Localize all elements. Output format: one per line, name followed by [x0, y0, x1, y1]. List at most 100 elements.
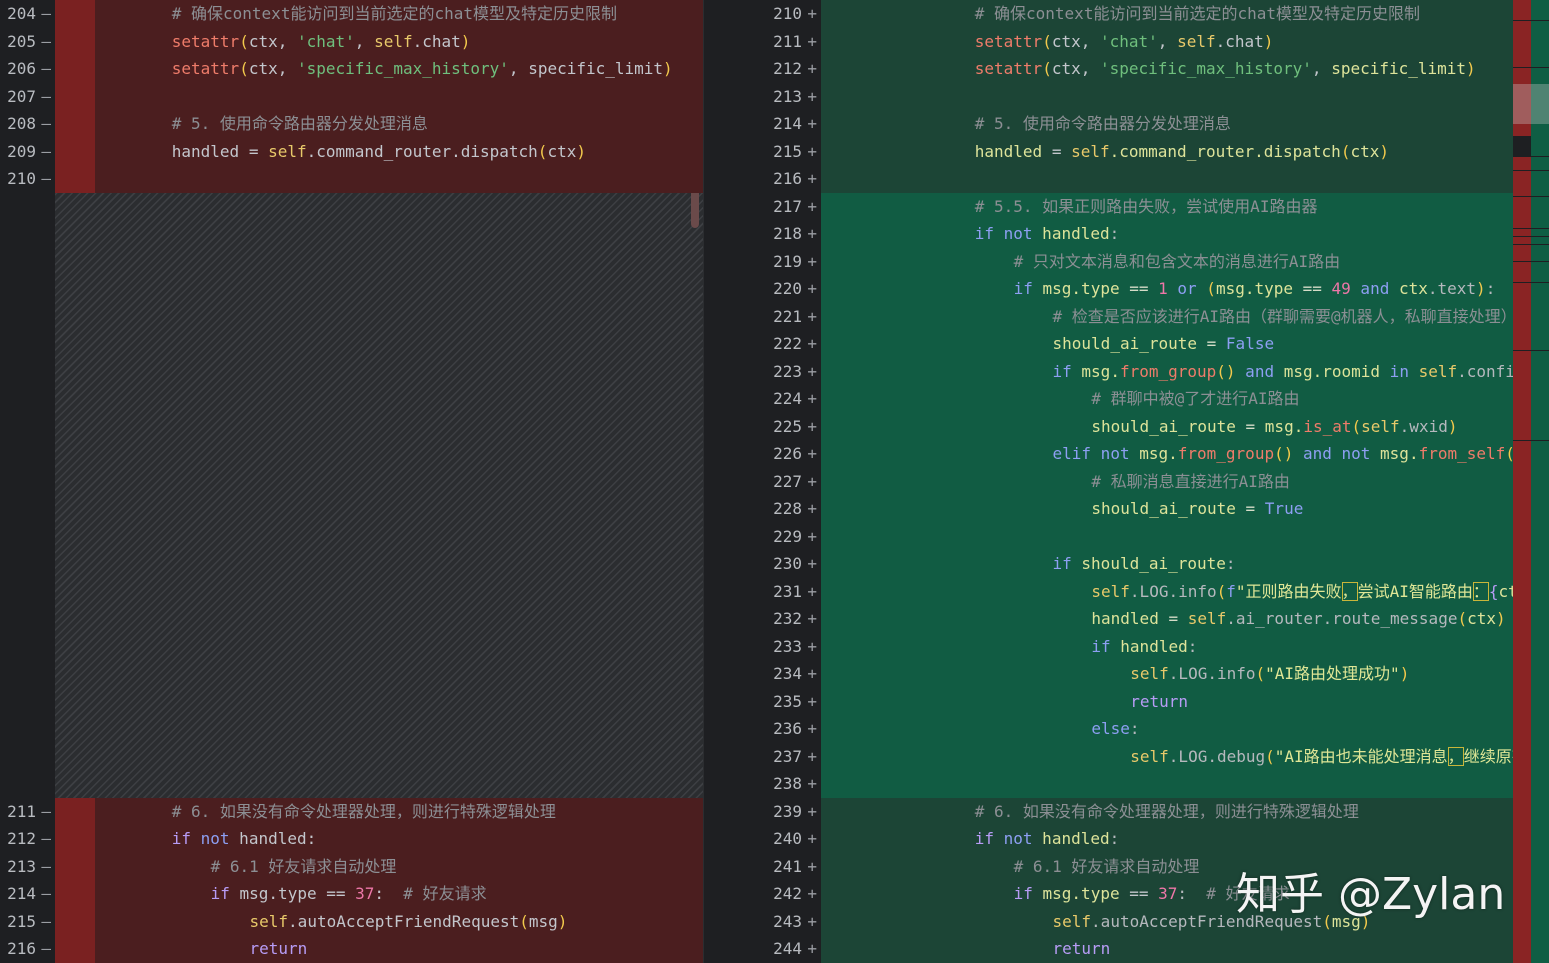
- line-gutter[interactable]: 222 +: [745, 330, 821, 358]
- code-line[interactable]: handled = self.command_router.dispatch(c…: [55, 137, 703, 165]
- line-gutter[interactable]: 214 —: [0, 880, 55, 908]
- line-gutter[interactable]: 235 +: [745, 687, 821, 715]
- line-gutter[interactable]: 236 +: [745, 715, 821, 743]
- line-gutter[interactable]: 218 +: [745, 220, 821, 248]
- line-gutter[interactable]: 228 +: [745, 495, 821, 523]
- code-line[interactable]: if handled:: [821, 632, 1513, 660]
- line-gutter[interactable]: 205—: [0, 27, 55, 55]
- code-line[interactable]: if should_ai_route:: [821, 550, 1513, 578]
- diff-overview-scrollbar[interactable]: [1513, 0, 1549, 963]
- code-line[interactable]: elif not msg.from_group() and not msg.fr…: [821, 440, 1513, 468]
- code-line[interactable]: return: [55, 935, 703, 963]
- code-line[interactable]: setattr(ctx, 'chat', self.chat): [821, 27, 1513, 55]
- line-gutter[interactable]: 227 +: [745, 467, 821, 495]
- code-line[interactable]: # 5. 使用命令路由器分发处理消息: [821, 110, 1513, 138]
- code-line[interactable]: # 群聊中被@了才进行AI路由: [821, 385, 1513, 413]
- code-line[interactable]: [821, 522, 1513, 550]
- line-gutter[interactable]: 231 +: [745, 577, 821, 605]
- line-gutter[interactable]: 225 +: [745, 412, 821, 440]
- code-line[interactable]: setattr(ctx, 'chat', self.chat): [55, 27, 703, 55]
- code-line[interactable]: # 检查是否应该进行AI路由（群聊需要@机器人，私聊直接处理）: [821, 302, 1513, 330]
- scrollbar-thumb[interactable]: [1513, 84, 1549, 124]
- code-line[interactable]: self.LOG.info(f"正则路由失败，尝试AI智能路由：{ctx.tex…: [821, 577, 1513, 605]
- code-text: # 6. 如果没有命令处理器处理，则进行特殊逻辑处理: [94, 798, 556, 826]
- line-gutter[interactable]: 237 +: [745, 742, 821, 770]
- line-gutter[interactable]: 223 +: [745, 357, 821, 385]
- code-line[interactable]: if msg.type == 1 or (msg.type == 49 and …: [821, 275, 1513, 303]
- line-gutter[interactable]: 240 +: [745, 825, 821, 853]
- line-gutter[interactable]: 230 +: [745, 550, 821, 578]
- line-gutter[interactable]: 234 +: [745, 660, 821, 688]
- code-line[interactable]: [821, 165, 1513, 193]
- code-line[interactable]: if msg.type == 37: # 好友请求: [55, 880, 703, 908]
- code-line[interactable]: handled = self.command_router.dispatch(c…: [821, 137, 1513, 165]
- code-line[interactable]: return: [821, 935, 1513, 963]
- line-gutter[interactable]: 219 +: [745, 247, 821, 275]
- code-line[interactable]: # 6. 如果没有命令处理器处理，则进行特殊逻辑处理: [821, 797, 1513, 825]
- code-line[interactable]: if not handled:: [821, 220, 1513, 248]
- code-line[interactable]: setattr(ctx, 'specific_max_history', spe…: [821, 55, 1513, 83]
- code-token: # 5. 使用命令路由器分发处理消息: [974, 114, 1231, 133]
- code-line[interactable]: self.autoAcceptFriendRequest(msg): [55, 907, 703, 935]
- code-line[interactable]: if not handled:: [55, 825, 703, 853]
- line-gutter[interactable]: 221 +: [745, 302, 821, 330]
- code-line[interactable]: self.LOG.info("AI路由处理成功"): [821, 660, 1513, 688]
- code-line[interactable]: else:: [821, 715, 1513, 743]
- code-line[interactable]: handled = self.ai_router.route_message(c…: [821, 605, 1513, 633]
- line-gutter[interactable]: 206 —: [0, 55, 55, 83]
- line-gutter[interactable]: 243 +: [745, 907, 821, 935]
- code-line[interactable]: self.LOG.debug("AI路由也未能处理消息，继续原有逻辑"): [821, 742, 1513, 770]
- line-gutter[interactable]: 238 +: [745, 770, 821, 798]
- code-token: ：: [1472, 581, 1489, 601]
- line-gutter[interactable]: 226 +: [745, 440, 821, 468]
- code-line[interactable]: # 确保context能访问到当前选定的chat模型及特定历史限制: [821, 0, 1513, 28]
- line-gutter[interactable]: 224 +: [745, 385, 821, 413]
- line-gutter[interactable]: 220 +: [745, 275, 821, 303]
- line-gutter[interactable]: 232 +: [745, 605, 821, 633]
- code-line[interactable]: # 5. 使用命令路由器分发处理消息: [55, 110, 703, 138]
- code-line[interactable]: [55, 82, 703, 110]
- line-gutter[interactable]: 216 +: [745, 165, 821, 193]
- line-gutter[interactable]: 215 +: [745, 137, 821, 165]
- diff-divider[interactable]: [703, 0, 746, 963]
- line-gutter[interactable]: 239 +: [745, 797, 821, 825]
- code-line[interactable]: should_ai_route = msg.is_at(self.wxid): [821, 412, 1513, 440]
- code-line[interactable]: should_ai_route = False: [821, 330, 1513, 358]
- code-line[interactable]: [55, 165, 703, 193]
- line-gutter[interactable]: 217 +: [745, 192, 821, 220]
- code-line[interactable]: if not handled:: [821, 825, 1513, 853]
- code-line[interactable]: setattr(ctx, 'specific_max_history', spe…: [55, 55, 703, 83]
- code-line[interactable]: # 6. 如果没有命令处理器处理，则进行特殊逻辑处理: [55, 797, 703, 826]
- line-gutter[interactable]: 211—: [0, 797, 55, 825]
- code-line[interactable]: if msg.from_group() and msg.roomid in se…: [821, 357, 1513, 385]
- code-line[interactable]: should_ai_route = True: [821, 495, 1513, 523]
- line-gutter[interactable]: 229 +: [745, 522, 821, 550]
- code-line[interactable]: # 确保context能访问到当前选定的chat模型及特定历史限制: [55, 0, 703, 28]
- line-gutter[interactable]: 242 +: [745, 880, 821, 908]
- line-gutter[interactable]: 214 +: [745, 110, 821, 138]
- line-gutter[interactable]: 244 +: [745, 935, 821, 963]
- code-line[interactable]: [821, 82, 1513, 110]
- line-gutter[interactable]: 209—: [0, 137, 55, 165]
- code-line[interactable]: [821, 770, 1513, 798]
- line-gutter[interactable]: 213—: [0, 852, 55, 880]
- line-gutter[interactable]: 207—: [0, 82, 55, 110]
- line-gutter[interactable]: 241 +: [745, 852, 821, 880]
- line-gutter[interactable]: 212 —: [0, 825, 55, 853]
- line-gutter[interactable]: 212 +: [745, 55, 821, 83]
- code-line[interactable]: # 6.1 好友请求自动处理: [55, 852, 703, 880]
- line-gutter[interactable]: 208 —: [0, 110, 55, 138]
- code-line[interactable]: # 5.5. 如果正则路由失败，尝试使用AI路由器: [821, 192, 1513, 220]
- line-gutter[interactable]: 213 +: [745, 82, 821, 110]
- code-line[interactable]: return: [821, 687, 1513, 715]
- code-line[interactable]: # 只对文本消息和包含文本的消息进行AI路由: [821, 247, 1513, 275]
- code-line[interactable]: # 私聊消息直接进行AI路由: [821, 467, 1513, 496]
- code-text: # 私聊消息直接进行AI路由: [897, 468, 1290, 496]
- line-gutter[interactable]: 215—: [0, 907, 55, 935]
- line-gutter[interactable]: 204 —: [0, 0, 55, 28]
- line-gutter[interactable]: 210 —: [0, 165, 55, 193]
- line-gutter[interactable]: 233 +: [745, 632, 821, 660]
- line-gutter[interactable]: 216 —: [0, 935, 55, 963]
- line-gutter[interactable]: 211 +: [745, 27, 821, 55]
- line-gutter[interactable]: 210 +: [745, 0, 821, 28]
